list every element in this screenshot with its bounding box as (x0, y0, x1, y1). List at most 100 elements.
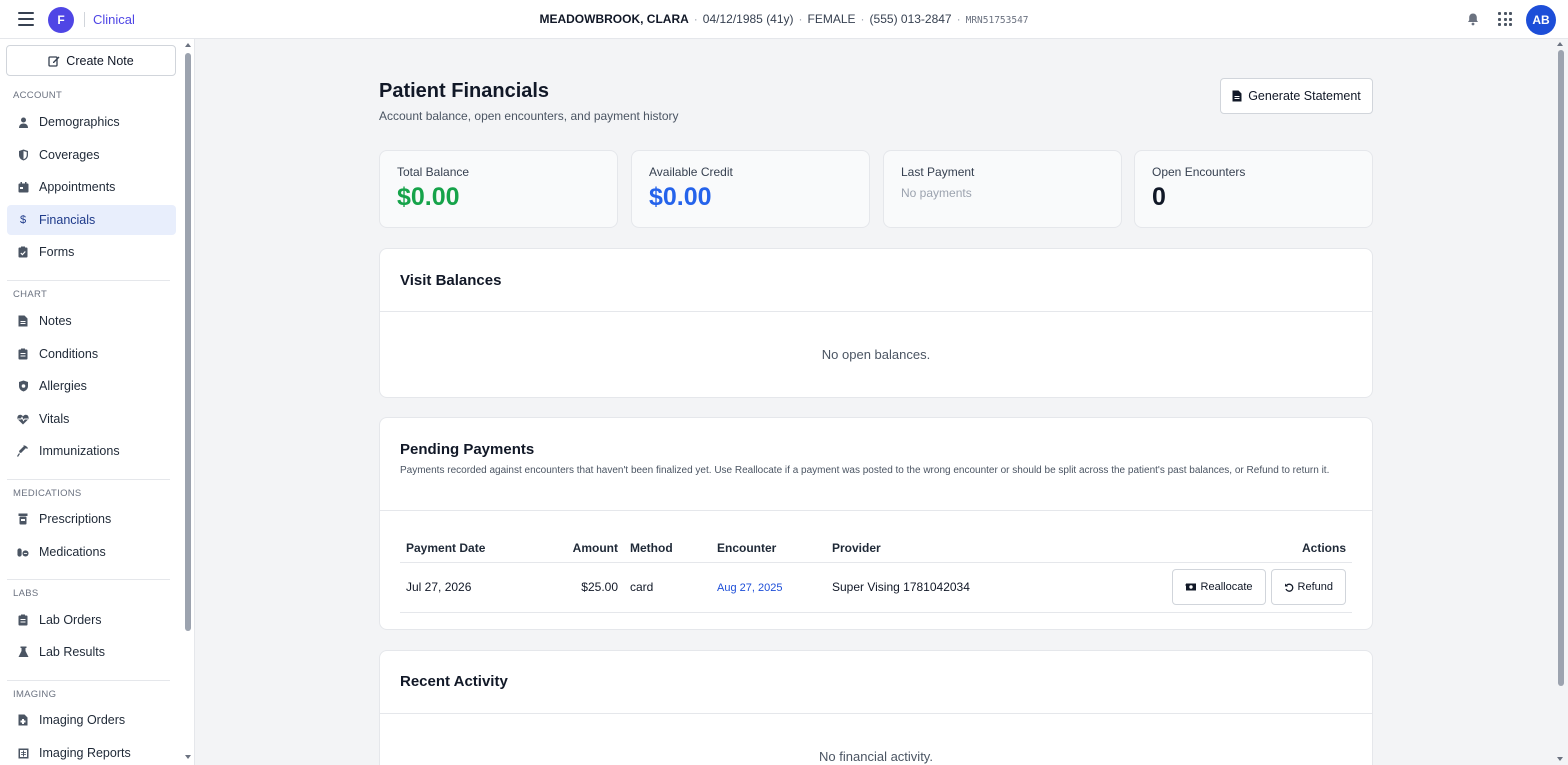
section-account: ACCOUNT (13, 90, 63, 101)
generate-statement-button[interactable]: Generate Statement (1220, 78, 1373, 114)
stat-label: Last Payment (901, 165, 975, 179)
heart-pulse-icon (17, 413, 29, 425)
patient-banner: MEADOWBROOK, CLARA · 04/12/1985 (41y) · FEMA… (539, 12, 1029, 26)
user-icon (17, 116, 29, 128)
sidebar-item-lab-results[interactable]: Lab Results (7, 637, 176, 667)
column-header[interactable]: Encounter (711, 534, 826, 563)
sidebar-item-prescriptions[interactable]: Prescriptions (7, 504, 176, 534)
sidebar-item-label: Allergies (39, 379, 87, 393)
clipboard-icon (17, 246, 29, 258)
sidebar-item-financials[interactable]: $ Financials (7, 205, 176, 235)
sidebar-item-appointments[interactable]: Appointments (7, 172, 176, 202)
patient-name[interactable]: MEADOWBROOK, CLARA (539, 12, 688, 26)
sidebar-item-demographics[interactable]: Demographics (7, 107, 176, 137)
pills-icon (17, 546, 29, 558)
money-transfer-icon (1184, 583, 1196, 591)
sidebar-item-label: Financials (39, 213, 96, 227)
stat-total-balance: Total Balance $0.00 (379, 150, 618, 228)
sidebar-item-imaging-orders[interactable]: Imaging Orders (7, 705, 176, 735)
sidebar-item-label: Demographics (39, 115, 120, 129)
table-header-row: Payment Date Amount Method Encounter Pro… (400, 534, 1352, 563)
sidebar-divider (7, 280, 170, 281)
sidebar-divider (7, 479, 170, 480)
user-avatar[interactable]: AB (1526, 5, 1556, 35)
stat-label: Available Credit (649, 165, 733, 179)
sidebar-item-label: Lab Orders (39, 613, 102, 627)
main-content: Patient Financials Account balance, open… (195, 39, 1553, 765)
sidebar-item-label: Lab Results (39, 645, 106, 659)
section-imaging: IMAGING (13, 689, 57, 700)
dollar-icon: $ (19, 214, 27, 226)
sidebar-item-imaging-reports[interactable]: Imaging Reports (7, 738, 176, 765)
card-divider (380, 713, 1372, 714)
stat-label: Open Encounters (1152, 165, 1246, 179)
edit-icon (48, 55, 60, 67)
column-header[interactable]: Amount (528, 534, 624, 563)
sidebar-item-vitals[interactable]: Vitals (7, 404, 176, 434)
sidebar-item-medications[interactable]: Medications (7, 537, 176, 567)
pending-payments-card: Pending Payments Payments recorded again… (379, 417, 1373, 630)
empty-message: No open balances. (821, 347, 931, 362)
stat-available-credit: Available Credit $0.00 (631, 150, 870, 228)
sidebar-item-allergies[interactable]: Allergies (7, 371, 176, 401)
patient-dob: 04/12/1985 (41y) (702, 12, 794, 26)
page-title: Patient Financials (379, 80, 550, 102)
reallocate-button[interactable]: Reallocate (1171, 569, 1266, 605)
card-title: Recent Activity (400, 673, 508, 690)
sidebar-item-label: Forms (39, 245, 75, 259)
column-header[interactable]: Payment Date (400, 534, 528, 563)
sidebar-scrollbar[interactable] (185, 53, 191, 631)
bell-icon[interactable] (1466, 12, 1480, 26)
card-divider (380, 311, 1372, 312)
refund-button[interactable]: Refund (1270, 569, 1346, 605)
shield-alert-icon (17, 380, 29, 392)
stat-label: Total Balance (397, 165, 470, 179)
sidebar-item-label: Medications (39, 545, 106, 559)
patient-sex: FEMALE (807, 12, 856, 26)
sidebar-scroll-up[interactable] (185, 43, 191, 47)
visit-balances-card: Visit Balances No open balances. (379, 248, 1373, 398)
total-balance-value: $0.00 (397, 183, 460, 211)
page-subtitle: Account balance, open encounters, and pa… (379, 109, 679, 123)
sidebar-item-immunizations[interactable]: Immunizations (7, 436, 176, 466)
main-scrollbar[interactable] (1558, 50, 1564, 686)
sidebar-item-notes[interactable]: Notes (7, 306, 176, 336)
sidebar-item-lab-orders[interactable]: Lab Orders (7, 605, 176, 635)
empty-message: No financial activity. (819, 749, 933, 764)
payment-amount: $25.00 (528, 562, 624, 613)
encounter-link[interactable]: Aug 27, 2025 (717, 582, 782, 594)
clipboard-list-icon (17, 348, 29, 360)
sidebar-item-conditions[interactable]: Conditions (7, 339, 176, 369)
main-scroll-up[interactable] (1557, 42, 1563, 46)
card-title: Visit Balances (400, 272, 502, 289)
sidebar-scroll-down[interactable] (185, 755, 191, 759)
refund-label: Refund (1297, 581, 1333, 593)
sidebar: Create Note ACCOUNT Demographics Coverag… (0, 39, 195, 765)
payment-date: Jul 27, 2026 (400, 562, 528, 613)
card-title: Pending Payments (400, 441, 535, 458)
payment-provider: Super Vising 1781042034 (826, 562, 1106, 613)
calendar-icon (17, 181, 29, 193)
available-credit-value: $0.00 (649, 183, 712, 211)
encounter-cell: Aug 27, 2025 (711, 562, 826, 613)
sidebar-item-coverages[interactable]: Coverages (7, 140, 176, 170)
sidebar-item-label: Imaging Orders (39, 713, 126, 727)
table-row: Jul 27, 2026 $25.00 card Aug 27, 2025 Su… (400, 562, 1352, 613)
recent-activity-card: Recent Activity No financial activity. (379, 650, 1373, 765)
sidebar-divider (7, 579, 170, 580)
sidebar-item-label: Imaging Reports (39, 746, 131, 760)
sidebar-item-label: Conditions (39, 347, 99, 361)
column-header[interactable]: Provider (826, 534, 1106, 563)
payment-method: card (624, 562, 711, 613)
pending-payments-table: Payment Date Amount Method Encounter Pro… (400, 534, 1352, 613)
section-medications: MEDICATIONS (13, 488, 82, 499)
main-scroll-down[interactable] (1557, 757, 1563, 761)
apps-grid-icon[interactable] (1498, 12, 1512, 26)
card-description: Payments recorded against encounters tha… (400, 465, 1330, 476)
sidebar-item-label: Immunizations (39, 444, 120, 458)
card-divider (380, 510, 1372, 511)
create-note-button[interactable]: Create Note (6, 45, 176, 76)
patient-mrn: MRN51753547 (965, 15, 1029, 26)
sidebar-item-forms[interactable]: Forms (7, 237, 176, 267)
column-header[interactable]: Method (624, 534, 711, 563)
